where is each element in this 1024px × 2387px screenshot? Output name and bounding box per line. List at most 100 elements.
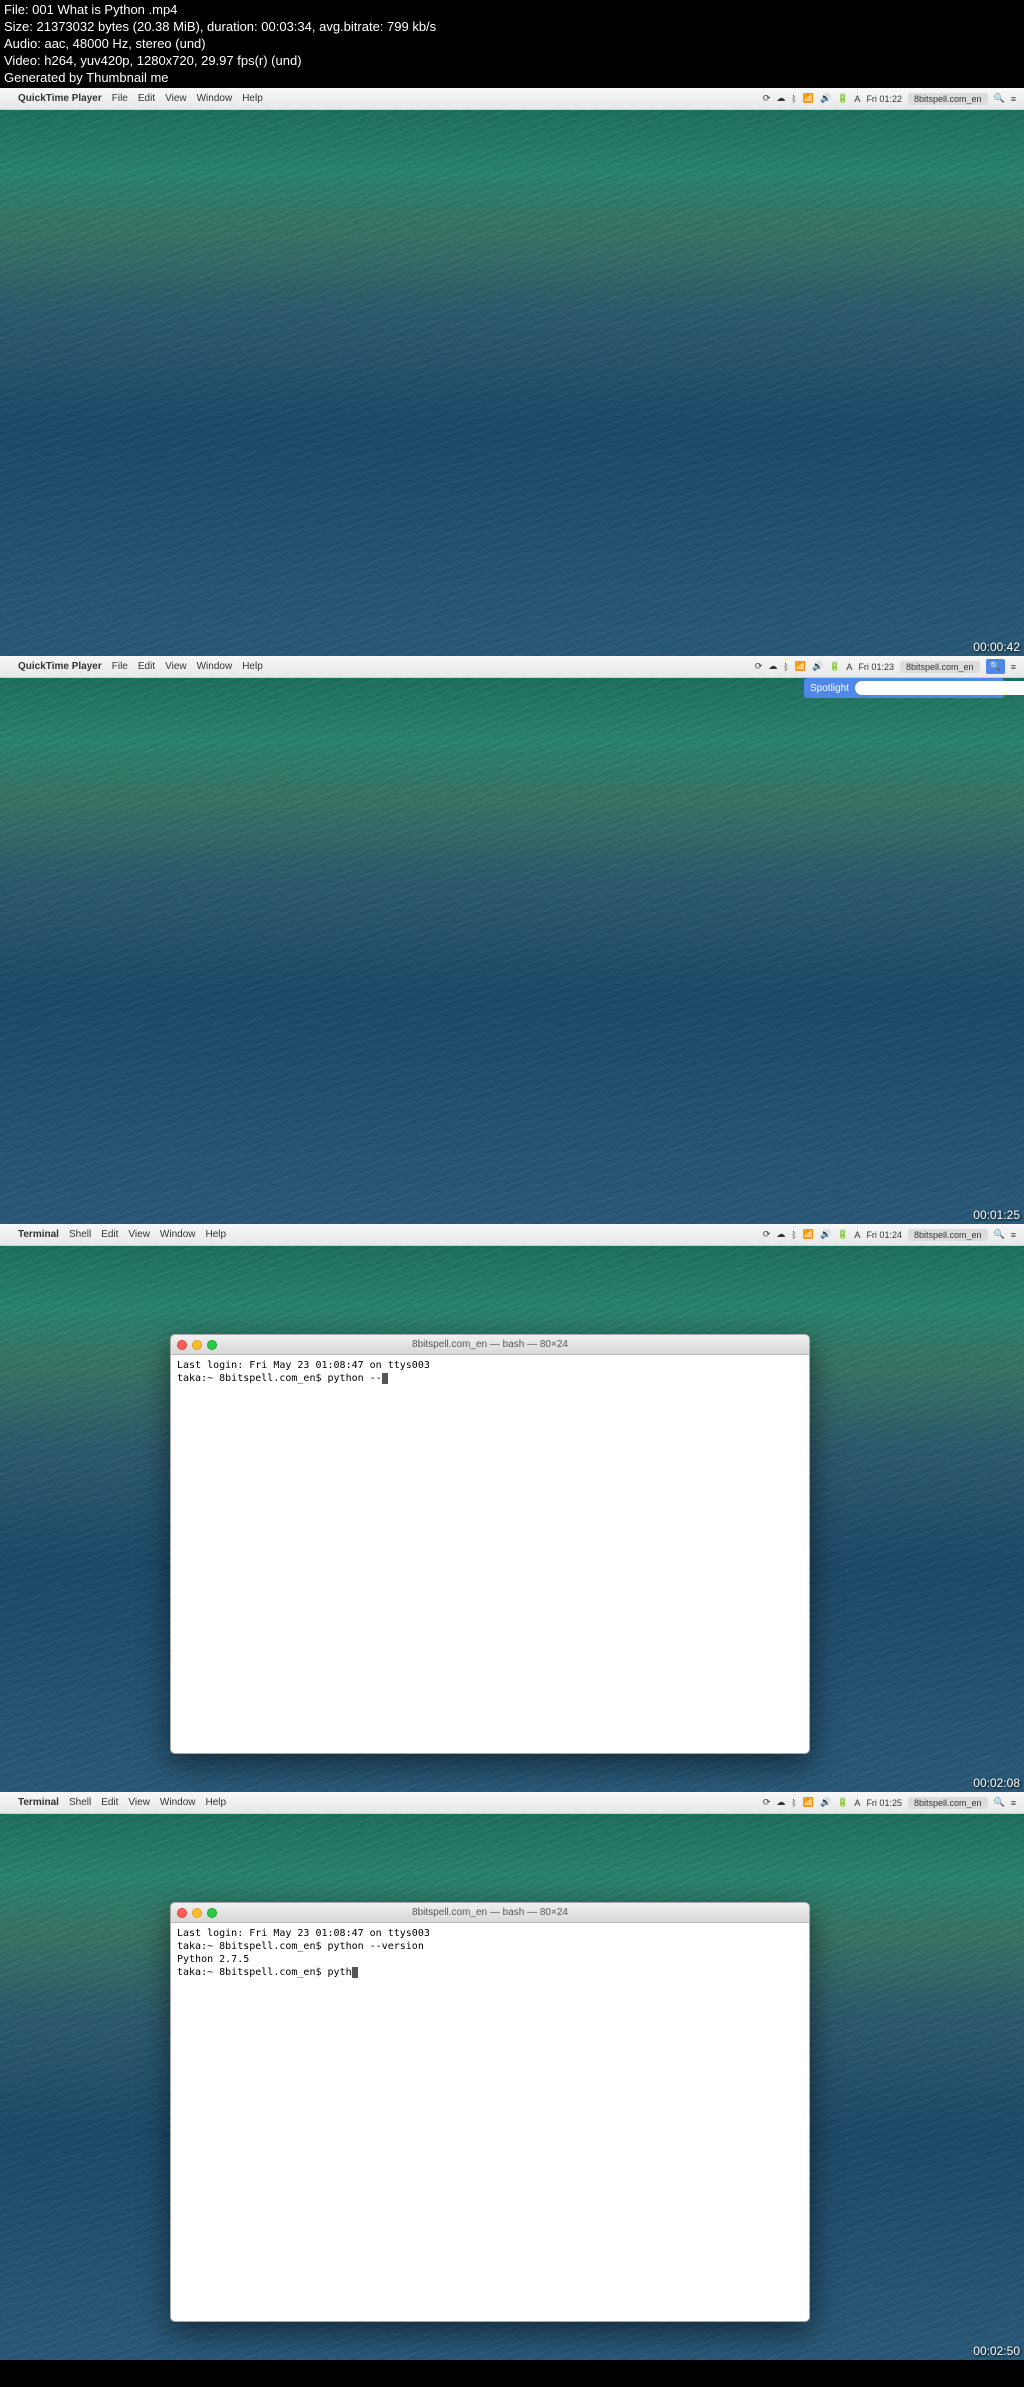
- spotlight-icon[interactable]: 🔍: [994, 1229, 1005, 1240]
- clock[interactable]: Fri 01:22: [866, 94, 902, 104]
- menu-window[interactable]: Window: [197, 661, 233, 672]
- menu-shell[interactable]: Shell: [69, 1797, 91, 1808]
- frame-timestamp: 00:00:42: [973, 640, 1020, 654]
- wifi-icon[interactable]: 📶: [803, 1797, 814, 1808]
- menu-window[interactable]: Window: [160, 1229, 196, 1240]
- cloud-icon[interactable]: ☁: [776, 93, 785, 104]
- menu-help[interactable]: Help: [206, 1229, 227, 1240]
- clock[interactable]: Fri 01:25: [866, 1798, 902, 1808]
- volume-icon[interactable]: 🔊: [820, 1229, 831, 1240]
- close-icon[interactable]: [177, 1908, 187, 1918]
- bluetooth-icon[interactable]: ᛒ: [783, 662, 788, 672]
- menu-view[interactable]: View: [128, 1797, 150, 1808]
- menu-view[interactable]: View: [165, 93, 187, 104]
- meta-video: Video: h264, yuv420p, 1280x720, 29.97 fp…: [4, 53, 1020, 70]
- terminal-titlebar[interactable]: 8bitspell.com_en — bash — 80×24: [171, 1335, 809, 1355]
- terminal-window[interactable]: 8bitspell.com_en — bash — 80×24 Last log…: [170, 1902, 810, 2322]
- meta-file: File: 001 What is Python .mp4: [4, 2, 1020, 19]
- terminal-output[interactable]: Last login: Fri May 23 01:08:47 on ttys0…: [171, 1355, 809, 1389]
- battery-icon[interactable]: 🔋: [837, 1229, 848, 1240]
- minimize-icon[interactable]: [192, 1908, 202, 1918]
- notification-icon[interactable]: ≡: [1011, 94, 1016, 104]
- notification-icon[interactable]: ≡: [1011, 1230, 1016, 1240]
- mac-menubar: Terminal Shell Edit View Window Help ⟳ ☁…: [0, 1792, 1024, 1814]
- volume-icon[interactable]: 🔊: [812, 661, 823, 672]
- spotlight-icon[interactable]: 🔍: [986, 659, 1005, 674]
- menu-edit[interactable]: Edit: [138, 93, 155, 104]
- menu-help[interactable]: Help: [242, 93, 263, 104]
- menu-file[interactable]: File: [112, 93, 128, 104]
- menu-window[interactable]: Window: [197, 93, 233, 104]
- desktop-wallpaper: [0, 88, 1024, 656]
- cloud-icon[interactable]: ☁: [776, 1797, 785, 1808]
- wifi-icon[interactable]: 📶: [795, 661, 806, 672]
- user-status[interactable]: 8bitspell.com_en: [908, 93, 988, 105]
- battery-icon[interactable]: 🔋: [829, 661, 840, 672]
- terminal-window[interactable]: 8bitspell.com_en — bash — 80×24 Last log…: [170, 1334, 810, 1754]
- thumbnail-frame-3: Terminal Shell Edit View Window Help ⟳ ☁…: [0, 1224, 1024, 1792]
- menu-view[interactable]: View: [165, 661, 187, 672]
- bluetooth-icon[interactable]: ᛒ: [791, 94, 796, 104]
- menu-view[interactable]: View: [128, 1229, 150, 1240]
- sync-icon[interactable]: ⟳: [763, 1797, 771, 1808]
- spotlight-icon[interactable]: 🔍: [994, 1797, 1005, 1808]
- spotlight-input[interactable]: [855, 681, 1024, 695]
- terminal-cursor: [382, 1373, 388, 1384]
- clock[interactable]: Fri 01:24: [866, 1230, 902, 1240]
- lang-icon[interactable]: A: [854, 1230, 860, 1240]
- spotlight-search[interactable]: Spotlight: [804, 678, 1004, 698]
- terminal-title: 8bitspell.com_en — bash — 80×24: [412, 1339, 568, 1350]
- sync-icon[interactable]: ⟳: [763, 93, 771, 104]
- app-name[interactable]: Terminal: [18, 1797, 59, 1808]
- mac-menubar: QuickTime Player File Edit View Window H…: [0, 656, 1024, 678]
- notification-icon[interactable]: ≡: [1011, 662, 1016, 672]
- battery-icon[interactable]: 🔋: [837, 93, 848, 104]
- notification-icon[interactable]: ≡: [1011, 1798, 1016, 1808]
- terminal-title: 8bitspell.com_en — bash — 80×24: [412, 1907, 568, 1918]
- menu-help[interactable]: Help: [206, 1797, 227, 1808]
- user-status[interactable]: 8bitspell.com_en: [908, 1797, 988, 1809]
- menu-edit[interactable]: Edit: [101, 1797, 118, 1808]
- sync-icon[interactable]: ⟳: [755, 661, 763, 672]
- thumbnail-grid: QuickTime Player File Edit View Window H…: [0, 88, 1024, 2360]
- wifi-icon[interactable]: 📶: [803, 1229, 814, 1240]
- user-status[interactable]: 8bitspell.com_en: [908, 1229, 988, 1241]
- sync-icon[interactable]: ⟳: [763, 1229, 771, 1240]
- frame-timestamp: 00:02:50: [973, 2344, 1020, 2358]
- app-name[interactable]: Terminal: [18, 1229, 59, 1240]
- clock[interactable]: Fri 01:23: [858, 662, 894, 672]
- frame-timestamp: 00:01:25: [973, 1208, 1020, 1222]
- lang-icon[interactable]: A: [854, 94, 860, 104]
- spotlight-icon[interactable]: 🔍: [994, 93, 1005, 104]
- menu-edit[interactable]: Edit: [138, 661, 155, 672]
- app-name[interactable]: QuickTime Player: [18, 661, 102, 672]
- thumbnail-frame-2: QuickTime Player File Edit View Window H…: [0, 656, 1024, 1224]
- volume-icon[interactable]: 🔊: [820, 93, 831, 104]
- meta-size: Size: 21373032 bytes (20.38 MiB), durati…: [4, 19, 1020, 36]
- menu-window[interactable]: Window: [160, 1797, 196, 1808]
- zoom-icon[interactable]: [207, 1340, 217, 1350]
- lang-icon[interactable]: A: [846, 662, 852, 672]
- user-status[interactable]: 8bitspell.com_en: [900, 661, 980, 673]
- battery-icon[interactable]: 🔋: [837, 1797, 848, 1808]
- zoom-icon[interactable]: [207, 1908, 217, 1918]
- minimize-icon[interactable]: [192, 1340, 202, 1350]
- wifi-icon[interactable]: 📶: [803, 93, 814, 104]
- close-icon[interactable]: [177, 1340, 187, 1350]
- spotlight-label: Spotlight: [810, 683, 849, 694]
- cloud-icon[interactable]: ☁: [776, 1229, 785, 1240]
- mac-menubar: QuickTime Player File Edit View Window H…: [0, 88, 1024, 110]
- bluetooth-icon[interactable]: ᛒ: [791, 1230, 796, 1240]
- lang-icon[interactable]: A: [854, 1798, 860, 1808]
- menu-edit[interactable]: Edit: [101, 1229, 118, 1240]
- menu-file[interactable]: File: [112, 661, 128, 672]
- volume-icon[interactable]: 🔊: [820, 1797, 831, 1808]
- terminal-output[interactable]: Last login: Fri May 23 01:08:47 on ttys0…: [171, 1923, 809, 1983]
- menu-shell[interactable]: Shell: [69, 1229, 91, 1240]
- thumbnail-frame-1: QuickTime Player File Edit View Window H…: [0, 88, 1024, 656]
- terminal-titlebar[interactable]: 8bitspell.com_en — bash — 80×24: [171, 1903, 809, 1923]
- cloud-icon[interactable]: ☁: [768, 661, 777, 672]
- menu-help[interactable]: Help: [242, 661, 263, 672]
- app-name[interactable]: QuickTime Player: [18, 93, 102, 104]
- bluetooth-icon[interactable]: ᛒ: [791, 1798, 796, 1808]
